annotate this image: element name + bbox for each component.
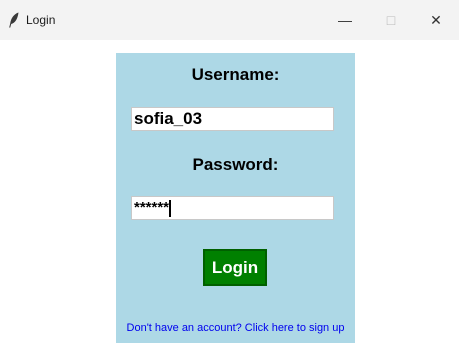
password-label: Password:	[192, 155, 279, 174]
maximize-button[interactable]: □	[368, 0, 414, 40]
login-window: Login — □ ✕ Username: sofia_03 Password:…	[0, 0, 459, 343]
close-icon: ✕	[430, 11, 442, 28]
feather-icon	[9, 12, 19, 28]
username-value: sofia_03	[134, 109, 203, 128]
username-field[interactable]: sofia_03	[131, 107, 334, 131]
text-caret	[169, 199, 172, 217]
minimize-button[interactable]: —	[322, 0, 368, 40]
maximize-icon: □	[386, 12, 396, 28]
login-panel: Username: sofia_03 Password: ****** Logi…	[116, 53, 355, 317]
window-title: Login	[26, 13, 56, 27]
close-button[interactable]: ✕	[413, 0, 459, 40]
username-label: Username:	[191, 65, 280, 84]
login-button[interactable]: Login	[203, 249, 267, 286]
password-field[interactable]: ******	[131, 196, 334, 220]
signup-bar: Don't have an account? Click here to sig…	[116, 317, 355, 343]
title-bar[interactable]: Login — □ ✕	[0, 0, 459, 40]
minimize-icon: —	[338, 12, 352, 28]
password-value: ******	[134, 199, 170, 216]
signup-link[interactable]: Don't have an account? Click here to sig…	[116, 322, 355, 334]
